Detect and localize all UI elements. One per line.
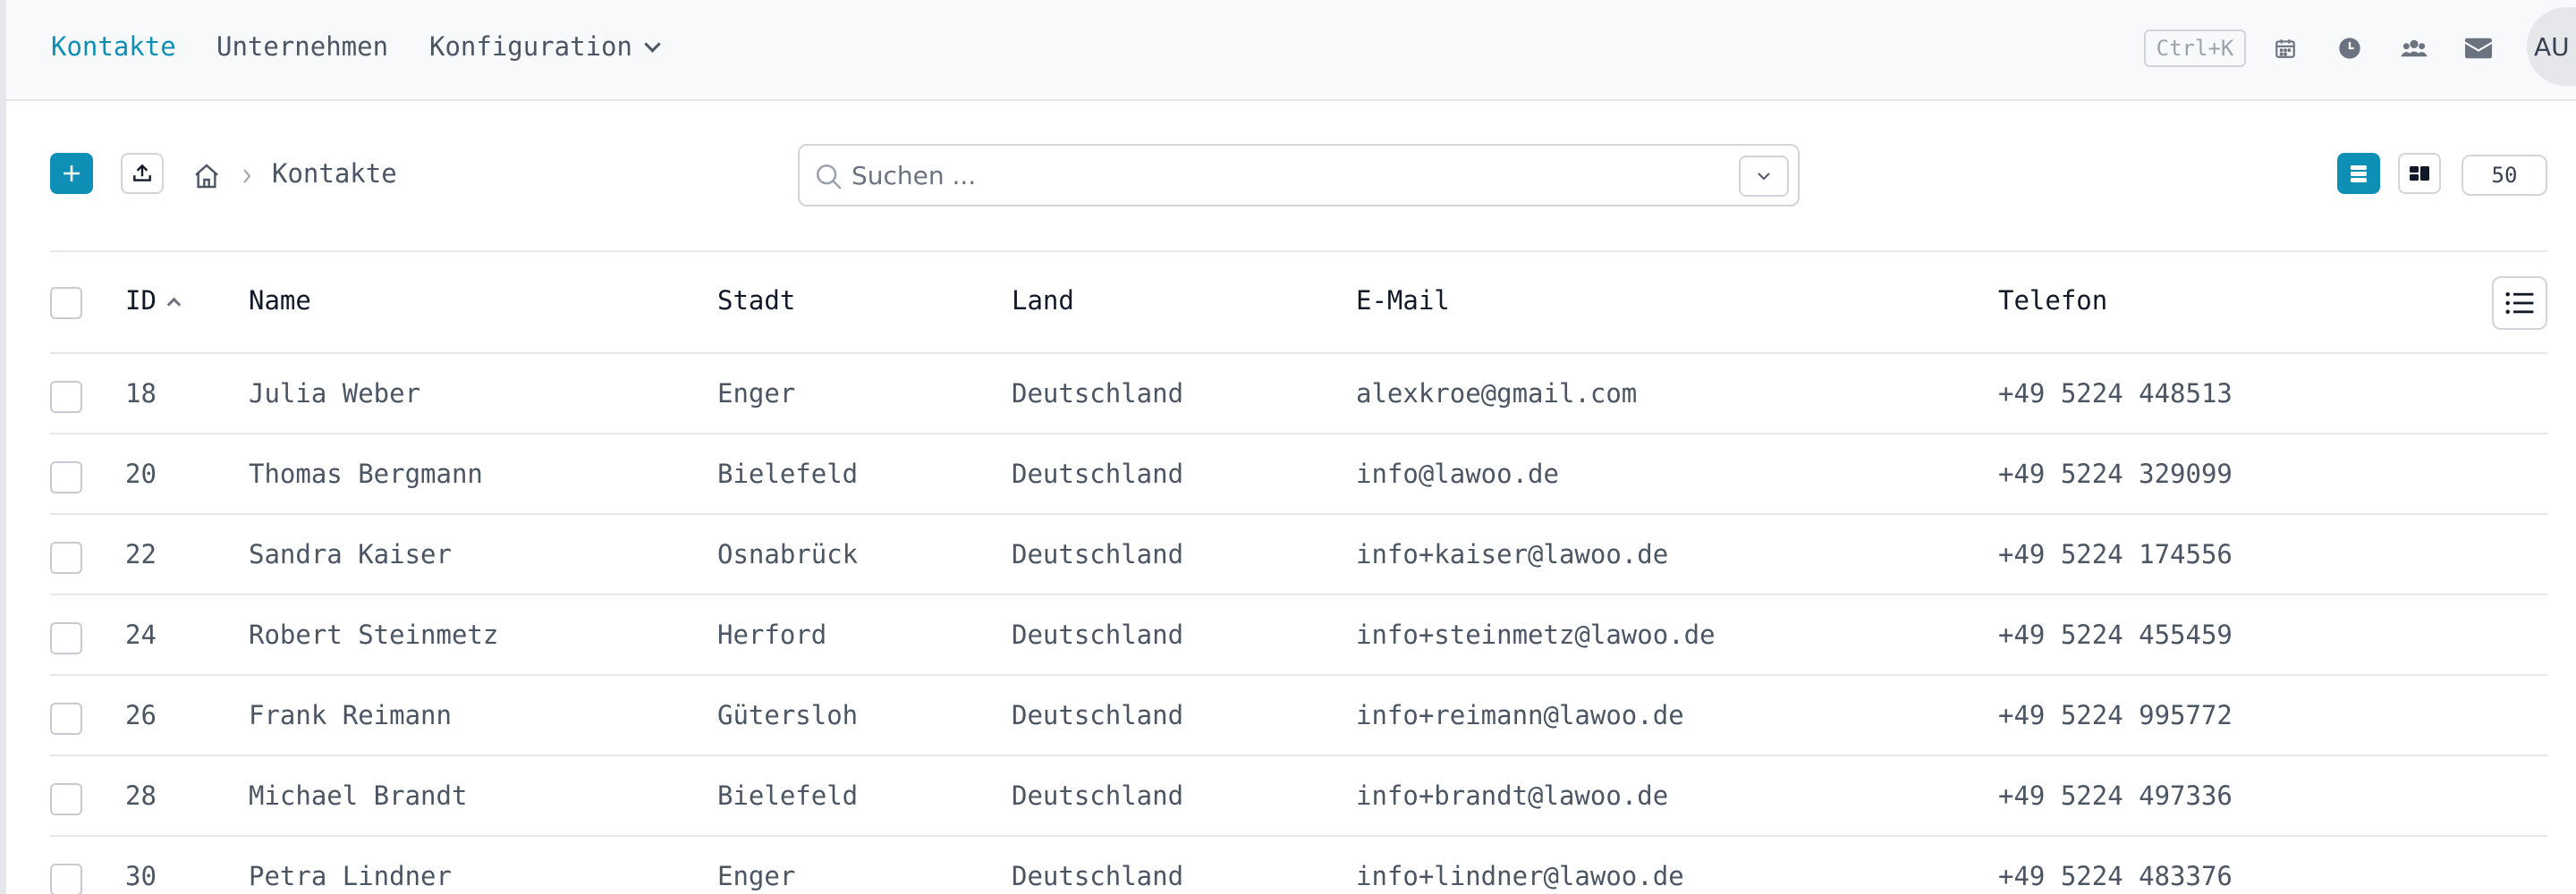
cell-name: Michael Brandt — [249, 780, 468, 811]
import-button[interactable] — [121, 153, 164, 194]
cell-name: Thomas Bergmann — [249, 459, 483, 489]
cell-email: info@lawoo.de — [1356, 459, 1559, 489]
column-settings-button[interactable] — [2492, 276, 2547, 330]
cell-phone: +49 5224 174556 — [1998, 539, 2233, 569]
sort-ascending-icon — [166, 297, 182, 312]
cell-phone: +49 5224 448513 — [1998, 378, 2233, 409]
cell-id: 18 — [125, 378, 157, 409]
cell-id: 24 — [125, 620, 157, 650]
cell-name: Frank Reimann — [249, 700, 452, 730]
avatar-initials: AU — [2534, 31, 2570, 62]
cell-phone: +49 5224 329099 — [1998, 459, 2233, 489]
top-nav-bar: Kontakte Unternehmen Konfiguration Ctrl+… — [6, 0, 2576, 101]
search-input[interactable] — [852, 155, 1728, 196]
select-all-checkbox[interactable] — [50, 287, 82, 319]
breadcrumb-current: Kontakte — [272, 158, 397, 189]
search-box — [798, 144, 1800, 207]
table-row[interactable]: 26 Frank Reimann Gütersloh Deutschland i… — [50, 676, 2547, 756]
row-checkbox[interactable] — [50, 542, 82, 574]
breadcrumb-separator-icon — [240, 165, 254, 187]
cell-city: Osnabrück — [717, 539, 859, 569]
row-checkbox[interactable] — [50, 783, 82, 815]
cell-phone: +49 5224 455459 — [1998, 620, 2233, 650]
list-view-toggle[interactable] — [2337, 153, 2380, 194]
add-contact-button[interactable] — [50, 153, 93, 194]
home-icon[interactable] — [192, 162, 221, 190]
cell-id: 26 — [125, 700, 157, 730]
nav-tab-konfiguration-label: Konfiguration — [429, 31, 632, 62]
kanban-view-toggle[interactable] — [2398, 153, 2441, 194]
column-header-name[interactable]: Name — [249, 284, 311, 316]
cell-email: info+lindner@lawoo.de — [1356, 861, 1684, 891]
cell-name: Julia Weber — [249, 378, 421, 409]
left-edge-border — [0, 0, 6, 894]
cell-email: info+reimann@lawoo.de — [1356, 700, 1684, 730]
mail-icon[interactable] — [2461, 30, 2496, 66]
table-row[interactable]: 28 Michael Brandt Bielefeld Deutschland … — [50, 756, 2547, 837]
cell-phone: +49 5224 483376 — [1998, 861, 2233, 891]
user-avatar[interactable]: AU — [2527, 7, 2576, 86]
cell-city: Bielefeld — [717, 780, 859, 811]
clock-icon[interactable] — [2332, 30, 2368, 66]
cell-email: info+kaiser@lawoo.de — [1356, 539, 1669, 569]
page-size-input[interactable]: 50 — [2462, 155, 2547, 196]
search-options-dropdown[interactable] — [1739, 156, 1789, 197]
list-view-icon — [2351, 165, 2367, 182]
cell-country: Deutschland — [1012, 539, 1184, 569]
table-row[interactable]: 22 Sandra Kaiser Osnabrück Deutschland i… — [50, 515, 2547, 595]
cell-country: Deutschland — [1012, 459, 1184, 489]
cell-city: Enger — [717, 861, 796, 891]
column-header-id-label: ID — [125, 285, 157, 316]
table-header: ID Name Stadt Land E-Mail Telefon — [50, 252, 2547, 354]
column-header-id[interactable]: ID — [125, 284, 182, 316]
cell-country: Deutschland — [1012, 620, 1184, 650]
cell-email: info+brandt@lawoo.de — [1356, 780, 1669, 811]
row-checkbox[interactable] — [50, 461, 82, 493]
plus-icon — [64, 165, 80, 181]
chevron-down-icon — [1758, 173, 1770, 181]
row-checkbox[interactable] — [50, 703, 82, 735]
column-header-email[interactable]: E-Mail — [1356, 284, 1450, 316]
column-header-phone[interactable]: Telefon — [1998, 284, 2107, 316]
command-palette-shortcut[interactable]: Ctrl+K — [2144, 30, 2246, 67]
table-row[interactable]: 18 Julia Weber Enger Deutschland alexkro… — [50, 354, 2547, 434]
row-checkbox[interactable] — [50, 864, 82, 894]
cell-country: Deutschland — [1012, 700, 1184, 730]
cell-name: Petra Lindner — [249, 861, 452, 891]
nav-tab-konfiguration[interactable]: Konfiguration — [429, 30, 661, 63]
cell-name: Robert Steinmetz — [249, 620, 499, 650]
users-icon[interactable] — [2396, 30, 2432, 66]
cell-phone: +49 5224 995772 — [1998, 700, 2233, 730]
cell-phone: +49 5224 497336 — [1998, 780, 2233, 811]
cell-city: Herford — [717, 620, 827, 650]
cell-country: Deutschland — [1012, 861, 1184, 891]
cell-email: alexkroe@gmail.com — [1356, 378, 1638, 409]
cell-id: 22 — [125, 539, 157, 569]
cell-id: 28 — [125, 780, 157, 811]
cell-name: Sandra Kaiser — [249, 539, 452, 569]
column-header-country[interactable]: Land — [1012, 284, 1074, 316]
nav-tab-unternehmen[interactable]: Unternehmen — [216, 30, 388, 63]
table-row[interactable]: 24 Robert Steinmetz Herford Deutschland … — [50, 595, 2547, 676]
upload-icon — [133, 164, 151, 181]
cell-country: Deutschland — [1012, 780, 1184, 811]
table-row[interactable]: 20 Thomas Bergmann Bielefeld Deutschland… — [50, 434, 2547, 515]
row-checkbox[interactable] — [50, 622, 82, 654]
cell-city: Gütersloh — [717, 700, 859, 730]
search-icon — [814, 162, 844, 192]
list-icon — [2505, 291, 2534, 315]
cell-id: 20 — [125, 459, 157, 489]
kanban-view-icon — [2410, 166, 2429, 181]
nav-tab-kontakte[interactable]: Kontakte — [51, 30, 176, 63]
cell-city: Bielefeld — [717, 459, 859, 489]
row-checkbox[interactable] — [50, 381, 82, 413]
calendar-icon[interactable] — [2267, 30, 2303, 66]
column-header-city[interactable]: Stadt — [717, 284, 795, 316]
cell-city: Enger — [717, 378, 796, 409]
table-row[interactable]: 30 Petra Lindner Enger Deutschland info+… — [50, 837, 2547, 894]
cell-id: 30 — [125, 861, 157, 891]
cell-email: info+steinmetz@lawoo.de — [1356, 620, 1716, 650]
cell-country: Deutschland — [1012, 378, 1184, 409]
chevron-down-icon — [644, 36, 661, 53]
